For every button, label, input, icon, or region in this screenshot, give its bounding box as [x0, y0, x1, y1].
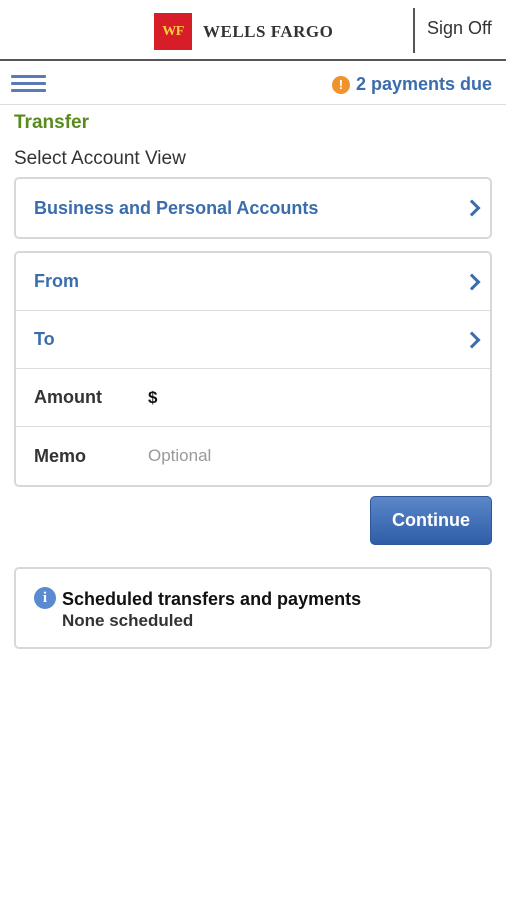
sign-off-button[interactable]: Sign Off — [427, 18, 492, 39]
logo-wordmark: WELLS FARGO — [203, 21, 334, 41]
app-header: WF WELLS FARGO Sign Off — [0, 0, 506, 61]
exclamation-circle-icon: ! — [331, 75, 350, 94]
to-account-selector[interactable]: To — [16, 311, 490, 369]
amount-row: Amount $ — [16, 369, 490, 427]
from-label: From — [34, 271, 79, 291]
chevron-right-icon — [463, 273, 481, 290]
memo-input[interactable] — [148, 446, 468, 466]
logo-mark: WF — [154, 13, 192, 50]
account-view-selector[interactable]: Business and Personal Accounts — [16, 179, 490, 237]
scheduled-transfers-card[interactable]: i Scheduled transfers and payments None … — [14, 567, 492, 649]
chevron-right-icon — [463, 199, 481, 217]
sub-header: ! 2 payments due — [0, 62, 506, 105]
payments-due-link[interactable]: ! 2 payments due — [331, 74, 492, 95]
currency-symbol: $ — [148, 387, 158, 407]
page-title: Transfer — [14, 112, 89, 133]
transfer-form-card: From To Amount $ Memo — [14, 251, 492, 487]
hamburger-icon[interactable] — [11, 75, 46, 92]
continue-button[interactable]: Continue — [370, 496, 492, 545]
memo-row: Memo — [16, 427, 490, 485]
payments-due-label: 2 payments due — [355, 74, 492, 94]
scheduled-title: Scheduled transfers and payments — [62, 589, 362, 609]
to-label: To — [34, 329, 55, 349]
wells-fargo-logo[interactable]: WF WELLS FARGO — [154, 13, 333, 50]
account-view-value: Business and Personal Accounts — [34, 197, 319, 218]
account-view-heading: Select Account View — [14, 148, 186, 169]
amount-label: Amount — [34, 387, 102, 407]
info-icon: i — [34, 587, 56, 609]
amount-input[interactable] — [161, 387, 462, 408]
memo-label: Memo — [34, 445, 87, 466]
from-account-selector[interactable]: From — [16, 253, 490, 311]
chevron-right-icon — [463, 331, 481, 348]
scheduled-status: None scheduled — [62, 611, 194, 630]
header-divider — [413, 8, 415, 53]
account-view-card: Business and Personal Accounts — [14, 177, 492, 239]
